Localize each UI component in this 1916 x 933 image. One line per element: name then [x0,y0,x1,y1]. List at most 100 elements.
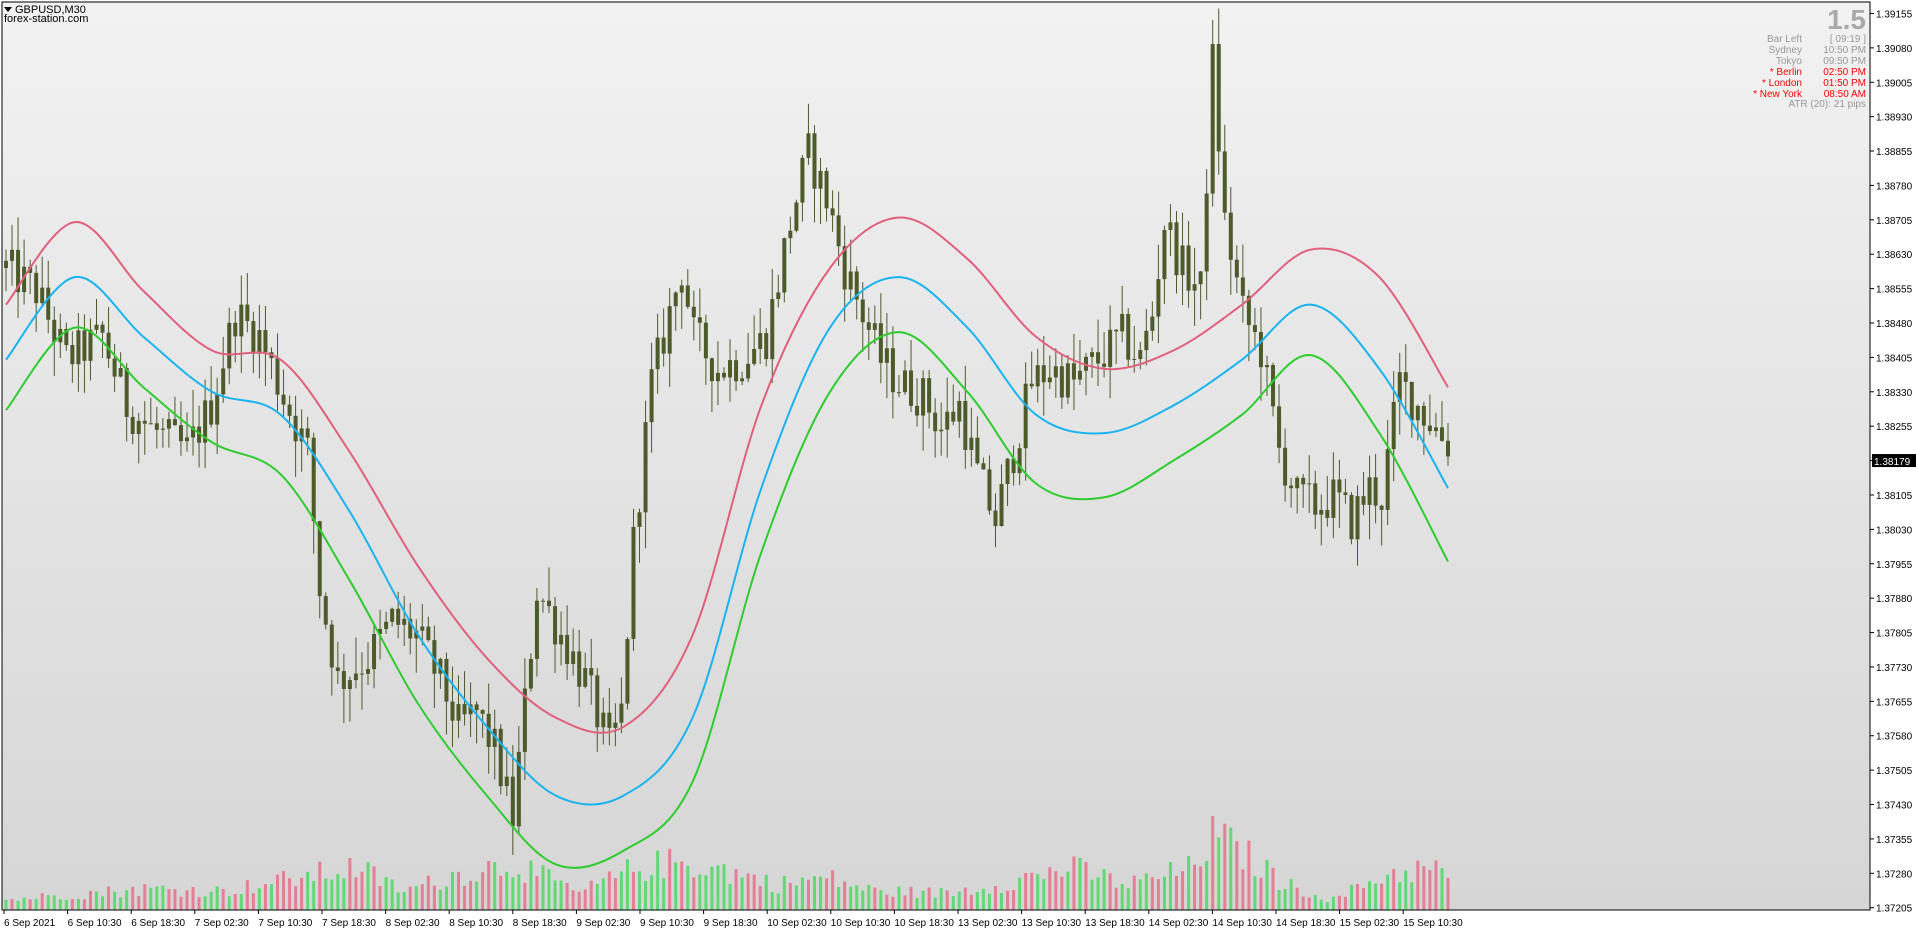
hud-row-label: Sydney [1769,45,1802,56]
y-tick-label: 1.38105 [1876,491,1913,502]
volume-bar [613,878,617,910]
volume-bar [1368,881,1372,910]
y-tick-label: 1.37205 [1876,904,1913,915]
volume-bar [360,871,364,910]
volume-bar [631,871,635,910]
volume-bar [1030,872,1034,910]
volume-bar [873,887,877,910]
volume-bar [1199,866,1203,910]
volume-bar [1217,837,1221,910]
volume-bar [233,893,237,910]
volume-bar [535,876,539,910]
volume-bar [481,872,485,910]
candle [794,199,799,233]
volume-bar [1362,888,1366,910]
x-tick-label: 14 Sep 10:30 [1212,918,1272,929]
y-tick-label: 1.37280 [1876,869,1913,880]
volume-bar [58,899,62,910]
volume-bar [674,862,678,910]
volume-bar [1398,882,1402,910]
volume-bar [686,865,690,910]
volume-bar [185,890,189,910]
x-tick-label: 6 Sep 18:30 [131,918,185,929]
volume-bar [831,870,835,910]
volume-bar [1307,897,1311,910]
volume-bar [1319,899,1323,910]
volume-bar [1193,864,1197,910]
hud-row-value: 02:50 PM [1823,67,1866,78]
volume-bar [662,878,666,910]
x-tick-label: 8 Sep 02:30 [386,918,440,929]
volume-bar [1355,883,1359,910]
y-tick-label: 1.38405 [1876,353,1913,364]
x-tick-label: 10 Sep 02:30 [767,918,827,929]
volume-bar [819,876,823,910]
volume-bar [1271,867,1275,910]
volume-bar [396,892,400,910]
volume-bar [1277,889,1281,910]
volume-bar [800,877,804,910]
hud-row-value: 09:50 PM [1823,56,1866,67]
volume-bar [469,880,473,910]
volume-bar [88,890,92,910]
volume-bar [517,874,521,910]
volume-bar [1048,867,1052,910]
volume-bar [1150,877,1154,910]
volume-bar [125,890,129,910]
symbol-header[interactable]: GBPUSD,M30 forex-station.com [4,4,88,25]
time-axis[interactable]: 6 Sep 2021 6 Sep 10:30 6 Sep 18:30 7 Sep 02… [2,909,1870,929]
volume-bar [650,875,654,910]
plot-area[interactable] [1,1,1871,911]
volume-bar [1247,840,1251,910]
volume-bar [843,881,847,910]
volume-bar [263,884,267,910]
candle [1126,308,1131,367]
volume-bar [559,880,563,910]
volume-bar [993,885,997,910]
volume-bar [1168,861,1172,910]
volume-bar [788,883,792,910]
volume-bar [203,896,207,910]
hud-row-value: [ 09:19 ] [1830,34,1866,45]
volume-bar [1018,877,1022,910]
volume-bar [794,885,798,910]
volume-bar [1404,870,1408,910]
volume-bar [1380,883,1384,910]
volume-bar [155,886,159,910]
volume-bar [318,861,322,910]
candle [625,637,630,710]
volume-bar [227,896,231,910]
price-chart[interactable]: GBPUSD,M30 forex-station.com 1.5 Bar Lef… [0,0,1916,933]
volume-bar [1440,868,1444,910]
chart-window[interactable]: GBPUSD,M30 forex-station.com 1.5 Bar Lef… [0,0,1916,933]
volume-bar [571,890,575,910]
volume-bar [1156,879,1160,910]
x-tick-label: 13 Sep 10:30 [1022,918,1082,929]
x-tick-label: 7 Sep 02:30 [195,918,249,929]
volume-bar [1006,890,1010,910]
volume-bar [963,887,967,910]
volume-bar [722,864,726,910]
x-tick-label: 14 Sep 18:30 [1276,918,1336,929]
volume-bar [1144,873,1148,910]
volume-bar [825,878,829,910]
x-tick-label: 7 Sep 10:30 [258,918,312,929]
volume-bar [1410,882,1414,910]
volume-bar [113,891,117,910]
y-tick-label: 1.37955 [1876,560,1913,571]
volume-bar [1331,896,1335,910]
volume-bar [1066,871,1070,910]
volume-bar [776,893,780,910]
volume-bar [710,866,714,910]
volume-bar [523,882,527,910]
volume-bar [728,883,732,910]
y-tick-label: 1.38630 [1876,250,1913,261]
hud-row-label: Tokyo [1776,56,1803,67]
volume-bar [1012,890,1016,910]
volume-bar [251,893,255,910]
volume-bar [1241,869,1245,910]
volume-bar [583,889,587,910]
volume-bar [366,862,370,910]
volume-bar [372,866,376,910]
x-tick-label: 6 Sep 2021 [4,918,56,929]
